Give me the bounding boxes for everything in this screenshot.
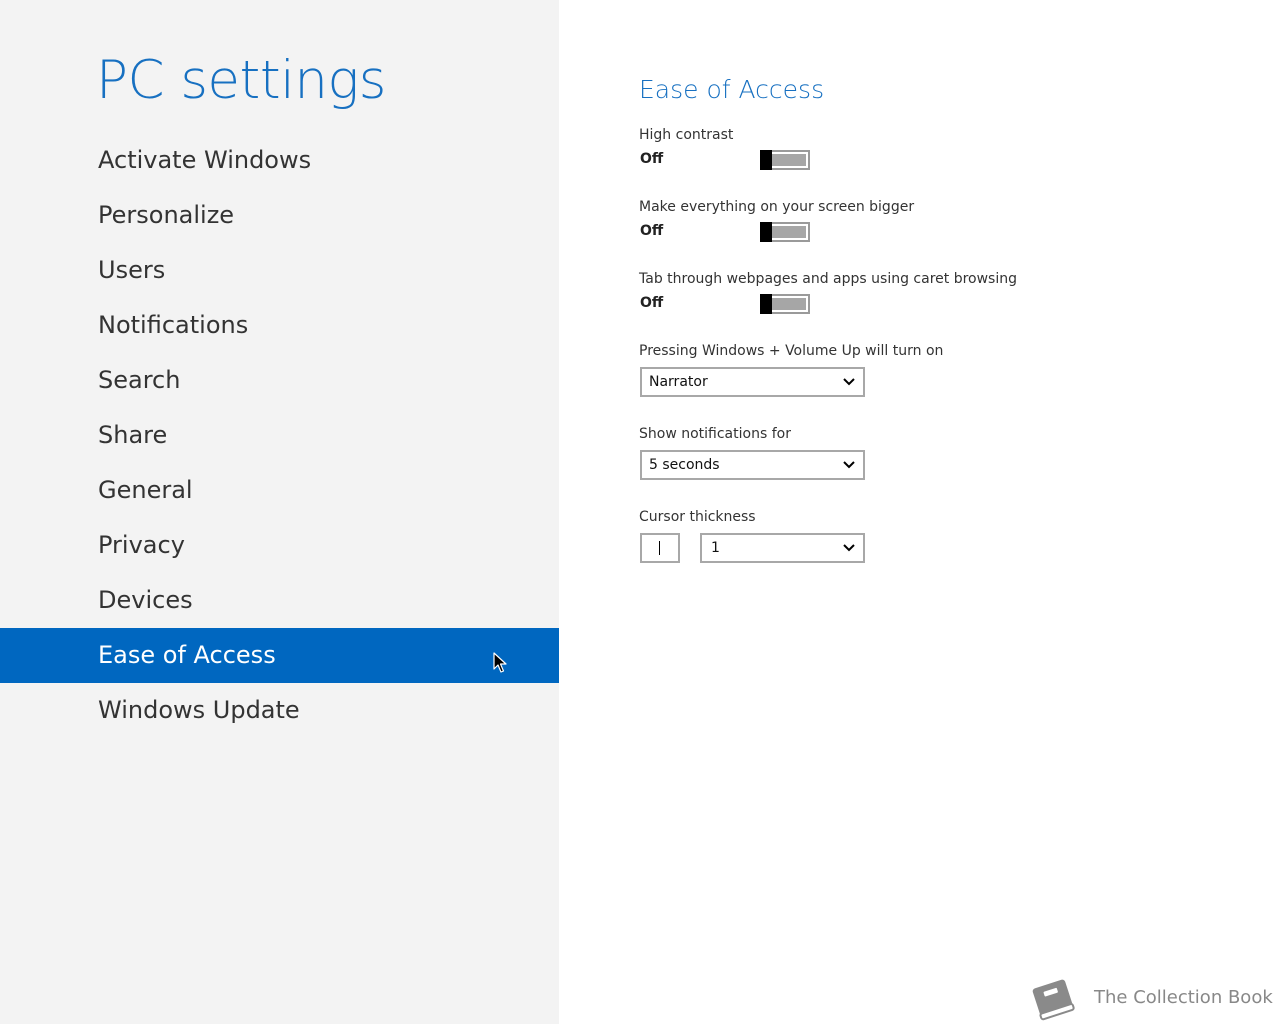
sidebar-item-general[interactable]: General	[0, 463, 559, 518]
notifications-label: Show notifications for	[639, 426, 791, 442]
sidebar: PC settings Activate Windows Personalize…	[0, 0, 559, 1024]
settings-nav: Activate Windows Personalize Users Notif…	[0, 133, 559, 738]
cursor-thickness-select[interactable]: 1	[700, 533, 865, 563]
high-contrast-row: Off	[639, 144, 1239, 172]
high-contrast-setting: High contrast Off	[639, 126, 1239, 172]
sidebar-item-devices[interactable]: Devices	[0, 573, 559, 628]
volume-up-label: Pressing Windows + Volume Up will turn o…	[639, 343, 944, 359]
chevron-down-icon	[843, 378, 855, 386]
toggle-thumb[interactable]	[760, 222, 772, 242]
sidebar-item-personalize[interactable]: Personalize	[0, 188, 559, 243]
bigger-screen-label: Make everything on your screen bigger	[639, 199, 915, 215]
high-contrast-state: Off	[640, 151, 664, 167]
sidebar-item-notifications[interactable]: Notifications	[0, 298, 559, 353]
sidebar-item-users[interactable]: Users	[0, 243, 559, 298]
caret-browsing-row: Off	[639, 288, 1239, 316]
toggle-thumb[interactable]	[760, 150, 772, 170]
cursor-preview-bar	[659, 541, 660, 555]
sidebar-item-share[interactable]: Share	[0, 408, 559, 463]
sidebar-item-privacy[interactable]: Privacy	[0, 518, 559, 573]
chevron-down-icon	[843, 461, 855, 469]
toggle-thumb[interactable]	[760, 294, 772, 314]
notifications-duration-select[interactable]: 5 seconds	[640, 450, 865, 480]
chevron-down-icon	[843, 544, 855, 552]
watermark-text: The Collection Book	[1094, 987, 1273, 1008]
sidebar-item-windows-update[interactable]: Windows Update	[0, 683, 559, 738]
notifications-duration-value: 5 seconds	[649, 457, 720, 473]
cursor-thickness-preview	[640, 533, 680, 563]
pointer-cursor-icon	[493, 652, 507, 673]
caret-browsing-setting: Tab through webpages and apps using care…	[639, 270, 1239, 316]
book-icon	[1032, 979, 1075, 1021]
page-title: PC settings	[96, 50, 386, 111]
high-contrast-label: High contrast	[639, 127, 734, 143]
settings-content: Ease of Access High contrast Off Make ev…	[639, 0, 1259, 1024]
sidebar-item-activate-windows[interactable]: Activate Windows	[0, 133, 559, 188]
high-contrast-toggle[interactable]	[760, 150, 810, 170]
sidebar-item-label: Ease of Access	[98, 641, 276, 669]
volume-up-setting: Pressing Windows + Volume Up will turn o…	[639, 342, 1239, 397]
cursor-thickness-setting: Cursor thickness 1	[639, 508, 1239, 563]
bigger-screen-row: Off	[639, 216, 1239, 244]
bigger-screen-toggle[interactable]	[760, 222, 810, 242]
sidebar-item-search[interactable]: Search	[0, 353, 559, 408]
bigger-screen-state: Off	[640, 223, 664, 239]
caret-browsing-state: Off	[640, 295, 664, 311]
sidebar-item-ease-of-access[interactable]: Ease of Access	[0, 628, 559, 683]
caret-browsing-label: Tab through webpages and apps using care…	[639, 271, 1017, 287]
volume-up-select[interactable]: Narrator	[640, 367, 865, 397]
cursor-thickness-label: Cursor thickness	[639, 509, 756, 525]
cursor-thickness-value: 1	[711, 540, 720, 556]
volume-up-value: Narrator	[649, 374, 708, 390]
watermark: The Collection Book	[1028, 975, 1273, 1023]
notifications-setting: Show notifications for 5 seconds	[639, 425, 1239, 480]
bigger-screen-setting: Make everything on your screen bigger Of…	[639, 198, 1239, 244]
caret-browsing-toggle[interactable]	[760, 294, 810, 314]
section-title: Ease of Access	[639, 75, 825, 104]
